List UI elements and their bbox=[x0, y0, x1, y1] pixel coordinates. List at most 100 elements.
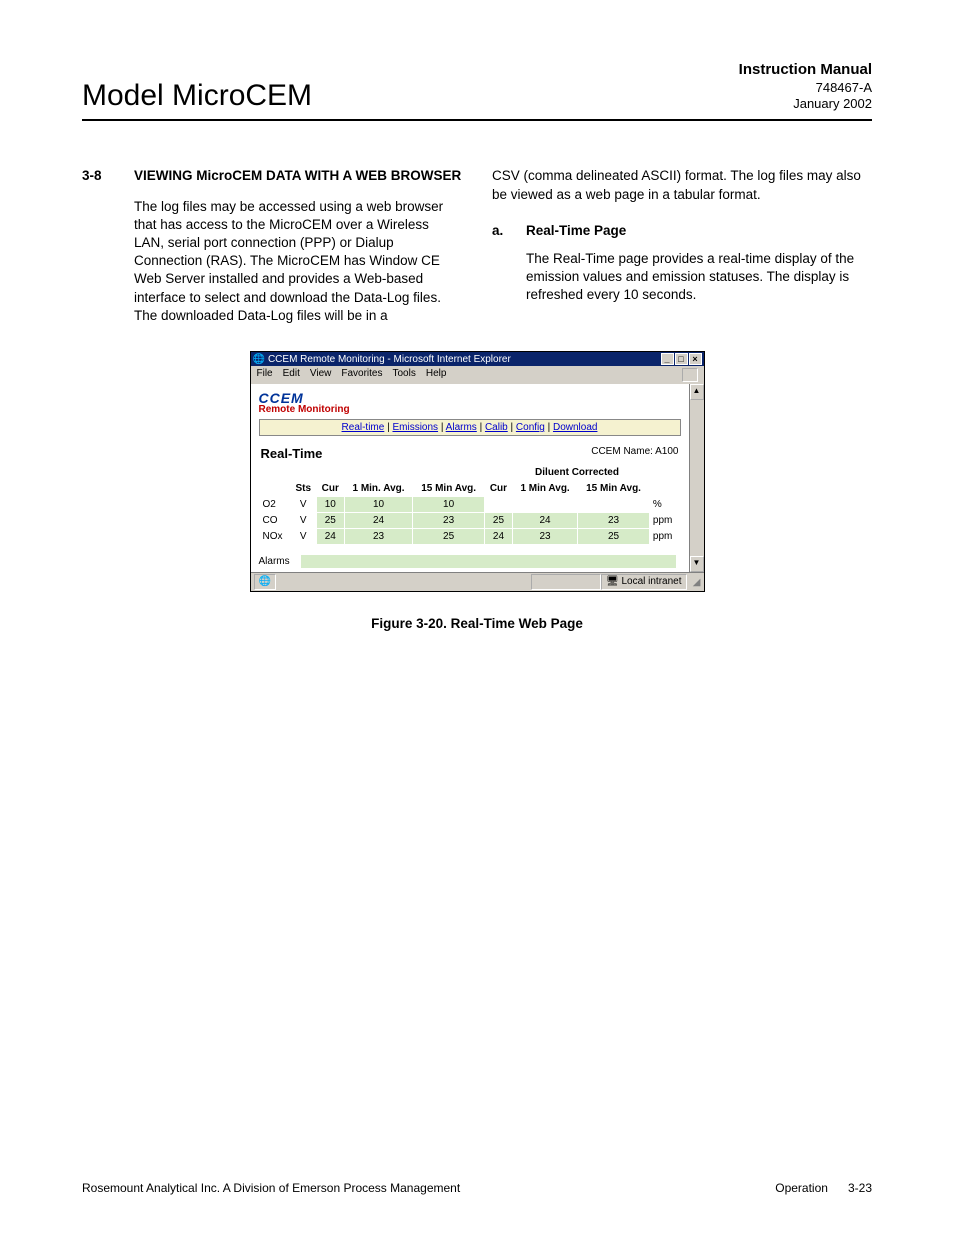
row-label: CO bbox=[260, 513, 290, 528]
cell-d15min bbox=[578, 497, 649, 512]
page-nav-bar: Real-time | Emissions | Alarms | Calib |… bbox=[259, 419, 681, 436]
section-left-para: The log files may be accessed using a we… bbox=[134, 198, 462, 326]
menu-edit[interactable]: Edit bbox=[283, 368, 300, 382]
footer-left: Rosemount Analytical Inc. A Division of … bbox=[82, 1181, 460, 1195]
cell-d1min bbox=[513, 497, 577, 512]
footer-section: Operation bbox=[775, 1181, 828, 1195]
section-title: VIEWING MicroCEM DATA WITH A WEB BROWSER bbox=[134, 167, 461, 185]
col-unit bbox=[650, 481, 680, 496]
left-column: 3-8 VIEWING MicroCEM DATA WITH A WEB BRO… bbox=[82, 167, 462, 325]
cell-dcur: 25 bbox=[485, 513, 512, 528]
doc-number: 748467-A bbox=[739, 80, 872, 97]
scroll-up-button[interactable]: ▲ bbox=[690, 384, 704, 400]
status-left-icon: 🌐 bbox=[254, 574, 276, 590]
cell-unit: % bbox=[650, 497, 680, 512]
cell-15min: 10 bbox=[413, 497, 484, 512]
cell-1min: 23 bbox=[345, 529, 412, 544]
cell-sts: V bbox=[291, 513, 316, 528]
nav-realtime[interactable]: Real-time bbox=[342, 422, 385, 433]
cell-15min: 23 bbox=[413, 513, 484, 528]
alarms-row: Alarms bbox=[259, 555, 681, 568]
table-row: NOx V 24 23 25 24 23 25 ppm bbox=[260, 529, 680, 544]
col-cur: Cur bbox=[317, 481, 344, 496]
resize-grip-icon[interactable]: ◢ bbox=[687, 577, 701, 588]
table-row: O2 V 10 10 10 % bbox=[260, 497, 680, 512]
vertical-scrollbar[interactable]: ▲ ▼ bbox=[689, 384, 704, 572]
cell-dcur: 24 bbox=[485, 529, 512, 544]
status-zone-text: Local intranet bbox=[621, 576, 681, 587]
window-title: CCEM Remote Monitoring - Microsoft Inter… bbox=[268, 354, 511, 365]
throbber-icon bbox=[682, 368, 698, 382]
table-row: CO V 25 24 23 25 24 23 ppm bbox=[260, 513, 680, 528]
realtime-table: Sts Cur 1 Min. Avg. 15 Min Avg. Cur 1 Mi… bbox=[259, 480, 681, 545]
realtime-heading: Real-Time bbox=[261, 446, 323, 461]
subsection-heading: a. Real-Time Page bbox=[492, 222, 872, 240]
browser-window: 🌐 CCEM Remote Monitoring - Microsoft Int… bbox=[250, 351, 705, 592]
ie-icon: 🌐 bbox=[253, 354, 265, 365]
body-columns: 3-8 VIEWING MicroCEM DATA WITH A WEB BRO… bbox=[82, 167, 872, 325]
page-footer: Rosemount Analytical Inc. A Division of … bbox=[82, 1181, 872, 1195]
subsection-para: The Real-Time page provides a real-time … bbox=[526, 250, 872, 305]
row-label: O2 bbox=[260, 497, 290, 512]
cell-sts: V bbox=[291, 529, 316, 544]
header-right: Instruction Manual 748467-A January 2002 bbox=[739, 60, 872, 113]
col-15min: 15 Min Avg. bbox=[413, 481, 484, 496]
minimize-button[interactable]: _ bbox=[661, 353, 674, 365]
footer-page: 3-23 bbox=[848, 1181, 872, 1195]
nav-alarms[interactable]: Alarms bbox=[446, 422, 477, 433]
screenshot-wrapper: 🌐 CCEM Remote Monitoring - Microsoft Int… bbox=[250, 351, 705, 592]
doc-date: January 2002 bbox=[739, 96, 872, 113]
status-zone-label: 🖥 Local intranet bbox=[601, 574, 687, 590]
alarms-label: Alarms bbox=[259, 556, 299, 567]
menu-favorites[interactable]: Favorites bbox=[341, 368, 382, 382]
nav-config[interactable]: Config bbox=[516, 422, 545, 433]
cell-dcur bbox=[485, 497, 512, 512]
menu-help[interactable]: Help bbox=[426, 368, 447, 382]
cell-cur: 24 bbox=[317, 529, 344, 544]
menu-view[interactable]: View bbox=[310, 368, 332, 382]
col-d15min: 15 Min Avg. bbox=[578, 481, 649, 496]
cell-unit: ppm bbox=[650, 513, 680, 528]
right-column: CSV (comma delineated ASCII) format. The… bbox=[492, 167, 872, 325]
document-area: CCEM Remote Monitoring Real-time | Emiss… bbox=[251, 384, 689, 572]
col-dcur: Cur bbox=[485, 481, 512, 496]
cell-cur: 10 bbox=[317, 497, 344, 512]
cell-d15min: 25 bbox=[578, 529, 649, 544]
ccem-name-label: CCEM Name: A100 bbox=[591, 446, 678, 461]
subsection-letter: a. bbox=[492, 222, 526, 240]
col-d1min: 1 Min Avg. bbox=[513, 481, 577, 496]
cell-1min: 24 bbox=[345, 513, 412, 528]
maximize-button[interactable]: □ bbox=[675, 353, 688, 365]
nav-emissions[interactable]: Emissions bbox=[392, 422, 438, 433]
col-1min: 1 Min. Avg. bbox=[345, 481, 412, 496]
section-heading: 3-8 VIEWING MicroCEM DATA WITH A WEB BRO… bbox=[82, 167, 462, 185]
page-header: Model MicroCEM Instruction Manual 748467… bbox=[82, 60, 872, 121]
table-header-row: Sts Cur 1 Min. Avg. 15 Min Avg. Cur 1 Mi… bbox=[260, 481, 680, 496]
scroll-down-button[interactable]: ▼ bbox=[690, 556, 704, 572]
cell-d1min: 24 bbox=[513, 513, 577, 528]
menu-tools[interactable]: Tools bbox=[392, 368, 415, 382]
status-bar: 🌐 🖥 Local intranet ◢ bbox=[251, 572, 704, 591]
manual-label: Instruction Manual bbox=[739, 60, 872, 80]
diluent-corrected-label: Diluent Corrected bbox=[474, 467, 681, 478]
status-progress bbox=[531, 574, 601, 590]
cell-cur: 25 bbox=[317, 513, 344, 528]
row-label: NOx bbox=[260, 529, 290, 544]
remote-monitoring-label: Remote Monitoring bbox=[259, 404, 681, 415]
cell-d1min: 23 bbox=[513, 529, 577, 544]
close-button[interactable]: × bbox=[689, 353, 702, 365]
window-titlebar: 🌐 CCEM Remote Monitoring - Microsoft Int… bbox=[251, 352, 704, 366]
cell-1min: 10 bbox=[345, 497, 412, 512]
section-right-para: CSV (comma delineated ASCII) format. The… bbox=[492, 167, 872, 203]
col-blank bbox=[260, 481, 290, 496]
figure-caption: Figure 3-20. Real-Time Web Page bbox=[82, 616, 872, 631]
subsection-title: Real-Time Page bbox=[526, 222, 626, 240]
cell-sts: V bbox=[291, 497, 316, 512]
cell-d15min: 23 bbox=[578, 513, 649, 528]
section-number: 3-8 bbox=[82, 167, 134, 185]
menu-file[interactable]: File bbox=[257, 368, 273, 382]
cell-unit: ppm bbox=[650, 529, 680, 544]
cell-15min: 25 bbox=[413, 529, 484, 544]
nav-download[interactable]: Download bbox=[553, 422, 597, 433]
nav-calib[interactable]: Calib bbox=[485, 422, 508, 433]
